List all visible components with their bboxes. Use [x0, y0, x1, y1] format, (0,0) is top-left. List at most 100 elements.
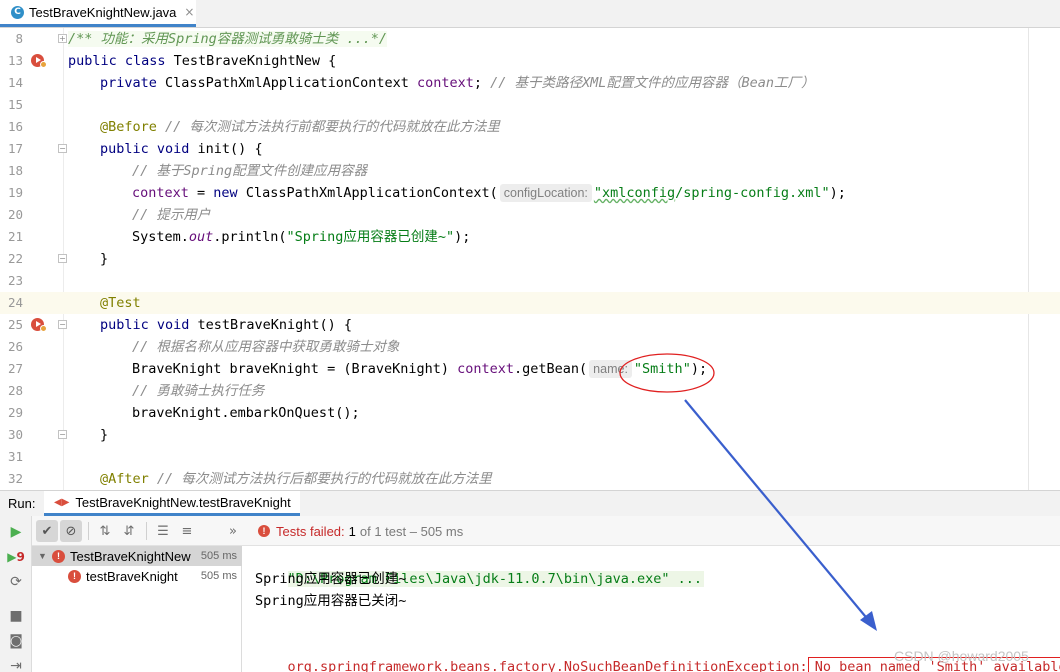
line-number: 21: [7, 229, 23, 244]
tests-summary: of 1 test – 505 ms: [359, 523, 464, 539]
code-text: @Test: [100, 292, 141, 314]
code-text: private ClassPathXmlApplicationContext c…: [100, 72, 814, 94]
tests-failed-label: Tests failed:: [276, 523, 345, 539]
sort-alphabetically-icon[interactable]: ⇅: [94, 520, 116, 542]
code-line[interactable]: 25 − public void testBraveKnight() {: [0, 314, 1060, 336]
code-text: braveKnight.embarkOnQuest();: [132, 402, 360, 424]
code-token: @Before: [100, 119, 166, 135]
code-line[interactable]: 18 // 基于Spring配置文件创建应用容器: [0, 160, 1060, 182]
stop-icon[interactable]: ■: [6, 606, 26, 626]
code-token: /spring-config.xml": [675, 185, 830, 201]
code-line[interactable]: 8 +/** 功能：采用Spring容器测试勇敢骑士类 ...*/: [0, 28, 1060, 50]
test-failed-icon: !: [258, 525, 270, 537]
editor-tab-bar: C TestBraveKnightNew.java ×: [0, 0, 1060, 28]
code-line[interactable]: 26 // 根据名称从应用容器中获取勇敢骑士对象: [0, 336, 1060, 358]
test-method-time: 505 ms: [200, 570, 237, 582]
code-line[interactable]: 20 // 提示用户: [0, 204, 1060, 226]
line-number: 13: [7, 53, 23, 68]
code-line[interactable]: 21 System.out.println("Spring应用容器已创建~");: [0, 226, 1060, 248]
expand-all-icon[interactable]: ☰: [152, 520, 174, 542]
run-configuration-tab[interactable]: ◀▶ TestBraveKnightNew.testBraveKnight: [44, 491, 300, 516]
code-line[interactable]: 29 braveKnight.embarkOnQuest();: [0, 402, 1060, 424]
code-token: @Test: [100, 295, 141, 311]
code-token: }: [100, 427, 109, 443]
code-token: "Spring应用容器已创建~": [286, 229, 455, 245]
exception-class: org.springframework.beans.factory.NoSuch…: [287, 659, 808, 672]
code-text: public class TestBraveKnightNew {: [68, 50, 336, 72]
line-number: 23: [7, 273, 23, 288]
show-ignored-icon[interactable]: ⊘: [60, 520, 82, 542]
code-token: public void: [100, 317, 198, 333]
line-number: 19: [7, 185, 23, 200]
code-token: private: [100, 75, 166, 91]
test-failed-icon: !: [52, 549, 65, 563]
sort-by-duration-icon[interactable]: ⇵: [118, 520, 140, 542]
code-line[interactable]: 14 private ClassPathXmlApplicationContext…: [0, 72, 1060, 94]
show-passed-icon[interactable]: ✔: [36, 520, 58, 542]
line-number: 27: [7, 361, 23, 376]
line-number: 30: [7, 427, 23, 442]
test-class-time: 505 ms: [200, 550, 237, 562]
parameter-hint: name:: [589, 360, 632, 378]
expand-arrow-icon[interactable]: ▼: [38, 551, 48, 561]
test-method-row[interactable]: ! testBraveKnight 505 ms: [32, 566, 242, 586]
camera-icon[interactable]: ◙: [6, 631, 26, 651]
code-editor[interactable]: 8 +/** 功能：采用Spring容器测试勇敢骑士类 ...*/ 13 public…: [0, 28, 1060, 490]
test-method-name: testBraveKnight: [86, 568, 178, 584]
code-text: }: [100, 248, 108, 270]
code-line[interactable]: 28 // 勇敢骑士执行任务: [0, 380, 1060, 402]
close-icon[interactable]: ×: [184, 5, 194, 19]
code-token: braveKnight.embarkOnQuest();: [132, 405, 360, 421]
test-runner-toolbar: ✔ ⊘ ⇅ ⇵ ☰ ≡ » ! Tests failed: 1 of 1 tes…: [32, 516, 1060, 546]
code-token: );: [690, 361, 708, 377]
code-line[interactable]: 15: [0, 94, 1060, 116]
collapse-all-icon[interactable]: ≡: [176, 520, 198, 542]
rerun-failed-icon[interactable]: ▶ 9: [6, 547, 26, 567]
code-line[interactable]: 16 @Before // 每次测试方法执行前都要执行的代码就放在此方法里: [0, 116, 1060, 138]
code-line[interactable]: 13 public class TestBraveKnightNew {: [0, 50, 1060, 72]
more-actions-icon[interactable]: »: [222, 520, 244, 542]
line-number: 16: [7, 119, 23, 134]
code-token: @After: [100, 471, 157, 487]
code-text: // 提示用户: [132, 204, 210, 226]
code-line[interactable]: 22 −}: [0, 248, 1060, 270]
code-line[interactable]: 31: [0, 446, 1060, 468]
code-line[interactable]: 24 @Test: [0, 292, 1060, 314]
rerun-icon[interactable]: ▶: [6, 522, 26, 542]
code-line[interactable]: 30 −}: [0, 424, 1060, 446]
toggle-auto-test-icon[interactable]: ⟳: [6, 572, 26, 592]
watermark: CSDN @howard2005: [894, 648, 1029, 664]
run-side-toolbar: ▶ ▶ 9 ⟳ ■ ◙ ⇥: [0, 516, 32, 672]
test-class-row[interactable]: ▼ ! TestBraveKnightNew 505 ms: [32, 546, 242, 566]
code-line[interactable]: 32 @After // 每次测试方法执行后都要执行的代码就放在此方法里: [0, 468, 1060, 490]
editor-tab[interactable]: C TestBraveKnightNew.java ×: [0, 0, 196, 27]
code-text: /** 功能：采用Spring容器测试勇敢骑士类 ...*/: [68, 28, 388, 50]
code-text: // 根据名称从应用容器中获取勇敢骑士对象: [132, 336, 399, 358]
code-token: .println(: [213, 229, 287, 245]
line-number: 8: [15, 31, 23, 46]
run-test-gutter-icon[interactable]: [31, 54, 47, 68]
code-line[interactable]: 23: [0, 270, 1060, 292]
line-number: 24: [7, 295, 23, 310]
line-number: 15: [7, 97, 23, 112]
export-icon[interactable]: ⇥: [6, 656, 26, 672]
run-test-gutter-icon[interactable]: [31, 318, 47, 332]
code-line[interactable]: 17 − public void init() {: [0, 138, 1060, 160]
code-text: System.out.println("Spring应用容器已创建~");: [132, 226, 470, 248]
code-text: public void init() {: [100, 138, 263, 160]
fold-toggle-icon[interactable]: −: [58, 254, 67, 263]
code-text: // 勇敢骑士执行任务: [132, 380, 264, 402]
fold-toggle-icon[interactable]: +: [58, 34, 67, 43]
code-line[interactable]: 19 context = new ClassPathXmlApplicationC…: [0, 182, 1060, 204]
code-token: "xmlconfig: [593, 185, 676, 201]
fold-toggle-icon[interactable]: −: [58, 430, 67, 439]
code-token: ;: [473, 75, 491, 91]
code-token: ClassPathXmlApplicationContext(: [245, 185, 498, 201]
code-token: =: [188, 185, 214, 201]
fold-toggle-icon[interactable]: −: [58, 320, 67, 329]
fold-toggle-icon[interactable]: −: [58, 144, 67, 153]
code-token: .getBean(: [514, 361, 588, 377]
code-line[interactable]: 27 BraveKnight braveKnight = (BraveKnight…: [0, 358, 1060, 380]
code-token: public void: [100, 141, 198, 157]
code-token: // 基于类路径XML配置文件的应用容器（Bean工厂）: [490, 75, 815, 91]
